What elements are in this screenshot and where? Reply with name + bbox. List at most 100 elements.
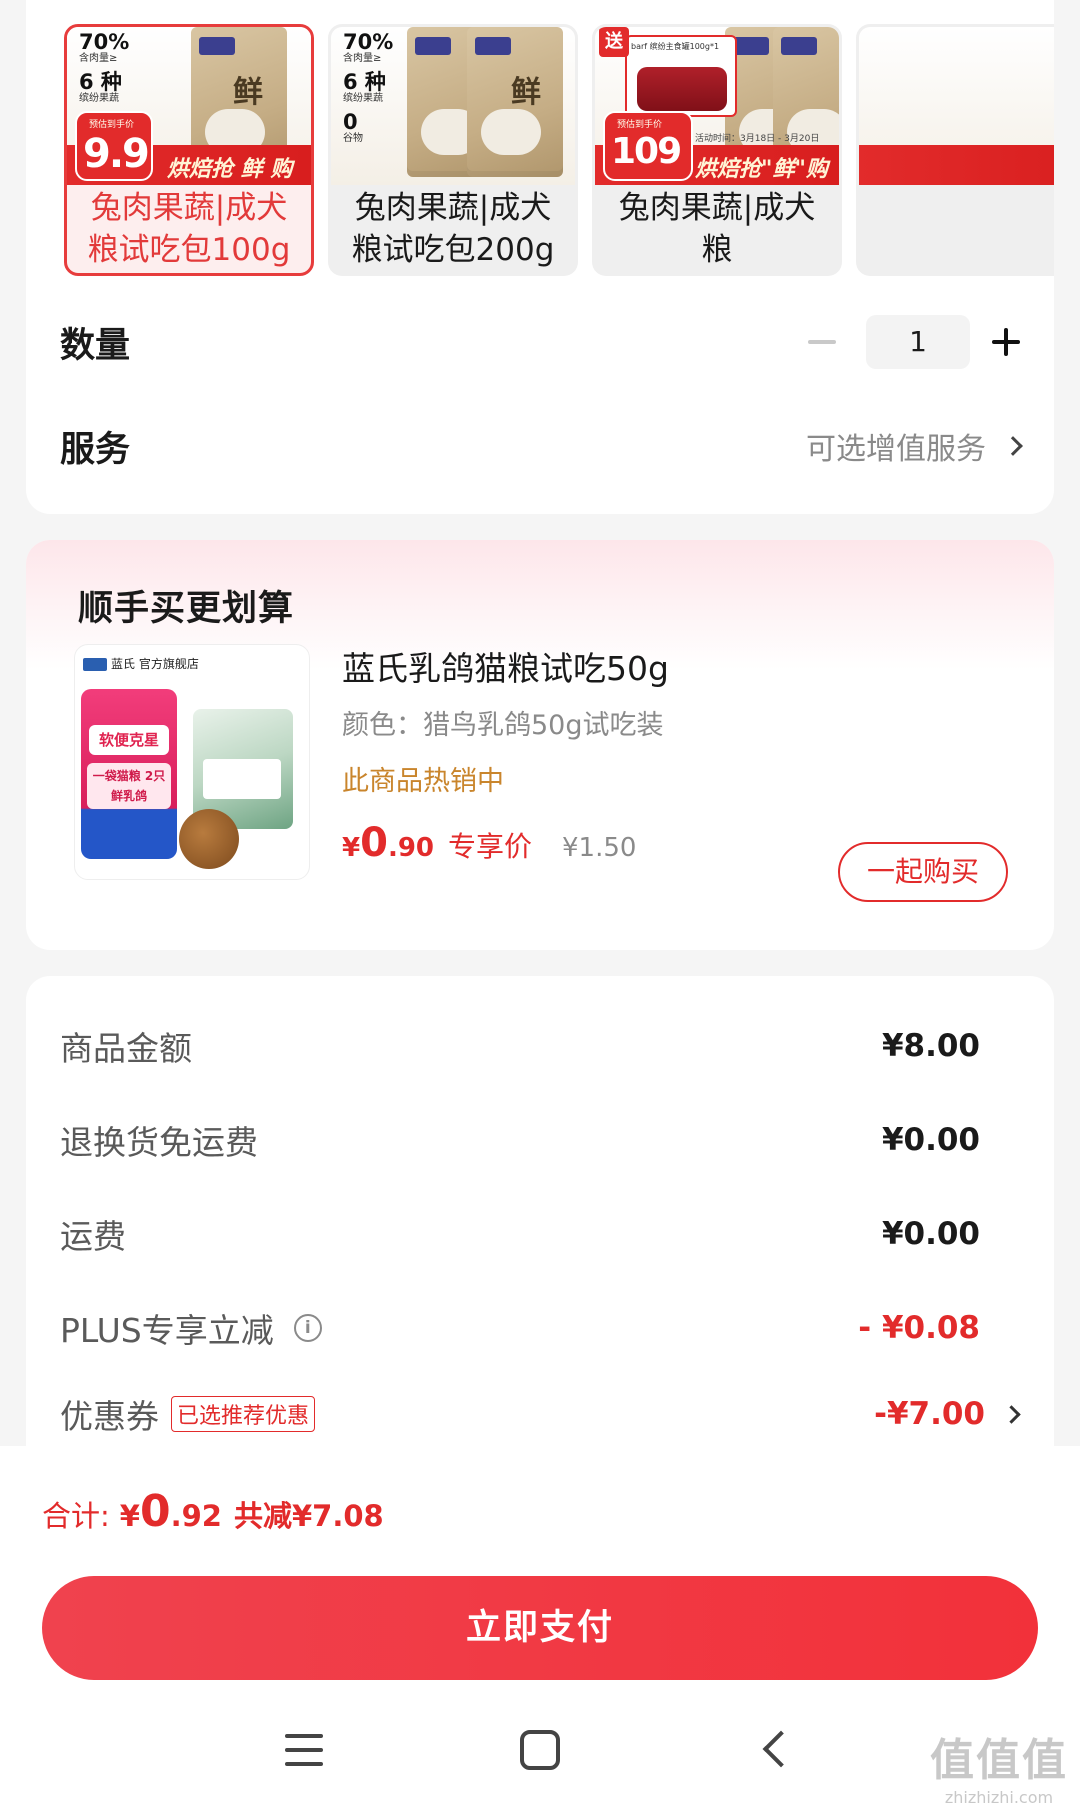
stat-meat-value: 70%	[343, 30, 394, 54]
summary-label: 优惠券	[60, 1397, 159, 1436]
quantity-input[interactable]: 1	[866, 315, 970, 369]
summary-value: ¥8.00	[881, 1028, 980, 1064]
bundle-info: 蓝氏乳鸽猫粮试吃50g 颜色：猎鸟乳鸽50g试吃装 此商品热销中 ¥ 0 .90…	[342, 644, 1018, 866]
system-navigation-bar: 值值值 zhizhizhi.com	[0, 1696, 1080, 1817]
variant-name: 兔肉果蔬|成犬粮试吃包200g	[351, 190, 555, 268]
promo-strip	[859, 145, 1054, 185]
checkout-bar: 合计: ¥ 0 .92 共减¥7.08 立即支付	[0, 1446, 1080, 1696]
variant-image: 鲜 70% 含肉量≥ 6 种 缤纷果蔬 0 谷物	[331, 27, 575, 185]
summary-value: ¥0.00	[881, 1216, 980, 1252]
summary-label: PLUS专享立减	[60, 1311, 274, 1350]
original-price: ¥1.50	[562, 833, 637, 863]
variant-stats: 70% 含肉量≥ 6 种 缤纷果蔬 0 谷物	[343, 31, 413, 151]
total-integer: 0	[139, 1486, 171, 1537]
exclusive-price-label: 专享价	[448, 830, 533, 863]
price-bubble-value: 109	[611, 131, 682, 172]
price-integer: 0	[360, 820, 388, 866]
bundle-product-spec: 颜色：猎鸟乳鸽50g试吃装	[342, 710, 664, 741]
thumb-promo-1: 软便克星	[89, 725, 169, 755]
brand-mark-icon	[83, 658, 107, 671]
fresh-char: 鲜	[511, 75, 541, 110]
variant-option-1[interactable]: 鲜 70% 含肉量≥ 6 种 缤纷果蔬 烘焙抢 鲜 购 预估到手价 9.9 兔肉…	[64, 24, 314, 276]
minus-icon[interactable]	[808, 340, 836, 344]
thumb-promo-panel: 软便克星 一袋猫粮 2只鲜乳鸽	[81, 689, 177, 859]
total-label: 合计:	[42, 1499, 110, 1533]
kibble-image	[179, 809, 239, 869]
summary-label: 运费	[60, 1217, 126, 1256]
variant-option-2[interactable]: 鲜 70% 含肉量≥ 6 种 缤纷果蔬 0 谷物 兔肉果蔬|成犬粮试吃包200g	[328, 24, 578, 276]
brand-logo: 蓝氏 官方旗舰店	[83, 655, 199, 672]
gift-badge: 送	[599, 27, 629, 57]
bundle-product-name[interactable]: 蓝氏乳鸽猫粮试吃50g	[342, 644, 1018, 694]
service-label: 服务	[60, 429, 131, 470]
pay-now-button[interactable]: 立即支付	[42, 1576, 1038, 1680]
price-bubble-label: 预估到手价	[617, 120, 663, 130]
service-row[interactable]: 服务 可选增值服务	[60, 414, 1023, 478]
brand-text: 蓝氏 官方旗舰店	[111, 657, 199, 671]
price-summary-card: 商品金额 ¥8.00 退换货免运费 ¥0.00 运费 ¥0.00 PLUS专享立…	[26, 976, 1054, 1446]
plus-icon[interactable]	[992, 328, 1020, 356]
recommended-coupon-tag: 已选推荐优惠	[171, 1396, 316, 1432]
watermark: 值值值 zhizhizhi.com	[930, 1724, 1068, 1807]
back-icon[interactable]	[762, 1730, 800, 1768]
stat-meat-label: 含肉量≥	[79, 53, 118, 64]
gift-text: barf 缤纷主食罐100g*1	[631, 42, 720, 51]
promo-slogan: 烘焙抢 鲜 购	[167, 157, 293, 182]
activity-time: 活动时间：3月18日 - 3月20日	[695, 134, 820, 144]
quantity-stepper: 1	[808, 315, 1020, 369]
info-icon[interactable]: i	[293, 1314, 322, 1342]
home-icon[interactable]	[520, 1730, 560, 1770]
recent-apps-icon[interactable]	[285, 1734, 323, 1766]
summary-row-coupon[interactable]: 优惠券 已选推荐优惠 -¥7.00	[60, 1384, 1021, 1444]
stat-grain-label: 谷物	[343, 133, 363, 144]
summary-value: ¥0.00	[881, 1122, 980, 1158]
bundle-product-image[interactable]: 蓝氏 官方旗舰店 软便克星 一袋猫粮 2只鲜乳鸽	[74, 644, 310, 880]
hot-sale-label: 此商品热销中	[342, 766, 504, 797]
total-decimal: .92	[170, 1499, 222, 1533]
variant-image: 鲜 70% 含肉量≥ 6 种 缤纷果蔬 烘焙抢 鲜 购 预估到手价 9.9	[67, 27, 311, 185]
service-value: 可选增值服务	[806, 432, 986, 467]
chevron-right-icon	[1002, 1404, 1021, 1424]
can-image	[637, 67, 727, 111]
stat-meat-value: 70%	[79, 30, 130, 54]
buy-together-button[interactable]: 一起购买	[838, 842, 1008, 902]
currency-symbol: ¥	[119, 1499, 140, 1533]
promo-slogan: 烘焙抢"鲜"购	[695, 157, 828, 182]
variant-option-3[interactable]: barf 缤纷主食罐100g*1 送 活动时间：3月18日 - 3月20日 烘焙…	[592, 24, 842, 276]
variant-option-4[interactable]	[856, 24, 1054, 276]
thumb-promo-2: 一袋猫粮 2只鲜乳鸽	[87, 763, 171, 809]
summary-value: - ¥0.08	[858, 1310, 980, 1346]
summary-row-goods: 商品金额 ¥8.00	[60, 1016, 980, 1076]
summary-label: 商品金额	[60, 1029, 192, 1068]
currency-symbol: ¥	[342, 833, 361, 863]
stat-veg-label: 缤纷果蔬	[343, 93, 383, 104]
total-saved: 共减¥7.08	[233, 1499, 384, 1533]
stat-veg-value: 6 种	[343, 70, 386, 94]
total-row: 合计: ¥ 0 .92 共减¥7.08	[42, 1486, 384, 1537]
chevron-right-icon	[1003, 436, 1023, 456]
variant-stats: 70% 含肉量≥ 6 种 缤纷果蔬	[79, 31, 149, 111]
bundle-section-title: 顺手买更划算	[78, 589, 295, 629]
watermark-url: zhizhizhi.com	[944, 1788, 1054, 1807]
price-bubble: 预估到手价 9.9	[75, 111, 153, 181]
stat-grain-value: 0	[343, 110, 358, 134]
stat-meat-label: 含肉量≥	[343, 53, 382, 64]
stat-veg-value: 6 种	[79, 70, 122, 94]
summary-row-plus: PLUS专享立减 i - ¥0.08	[60, 1298, 980, 1358]
quantity-label: 数量	[60, 325, 131, 366]
summary-value: -¥7.00	[874, 1396, 985, 1432]
variant-name: 兔肉果蔬|成犬粮试吃包100g	[87, 190, 291, 268]
price-bubble-label: 预估到手价	[89, 120, 135, 130]
gift-box: barf 缤纷主食罐100g*1	[625, 35, 737, 117]
variant-list[interactable]: 鲜 70% 含肉量≥ 6 种 缤纷果蔬 烘焙抢 鲜 购 预估到手价 9.9 兔肉…	[26, 24, 1054, 278]
summary-row-shipping: 运费 ¥0.00	[60, 1204, 980, 1264]
price-decimal: .90	[387, 833, 434, 863]
bundle-card: 顺手买更划算 蓝氏 官方旗舰店 软便克星 一袋猫粮 2只鲜乳鸽 蓝氏乳鸽猫粮试吃…	[26, 540, 1054, 950]
stat-veg-label: 缤纷果蔬	[79, 93, 119, 104]
quantity-row: 数量 1	[60, 310, 1020, 374]
watermark-text: 值值值	[930, 1735, 1068, 1786]
price-bubble: 预估到手价 109	[603, 111, 693, 181]
variant-name: 兔肉果蔬|成犬粮2Kg(1.5kg+5…	[618, 190, 816, 268]
variant-image	[859, 27, 1054, 185]
summary-label: 退换货免运费	[60, 1123, 258, 1162]
